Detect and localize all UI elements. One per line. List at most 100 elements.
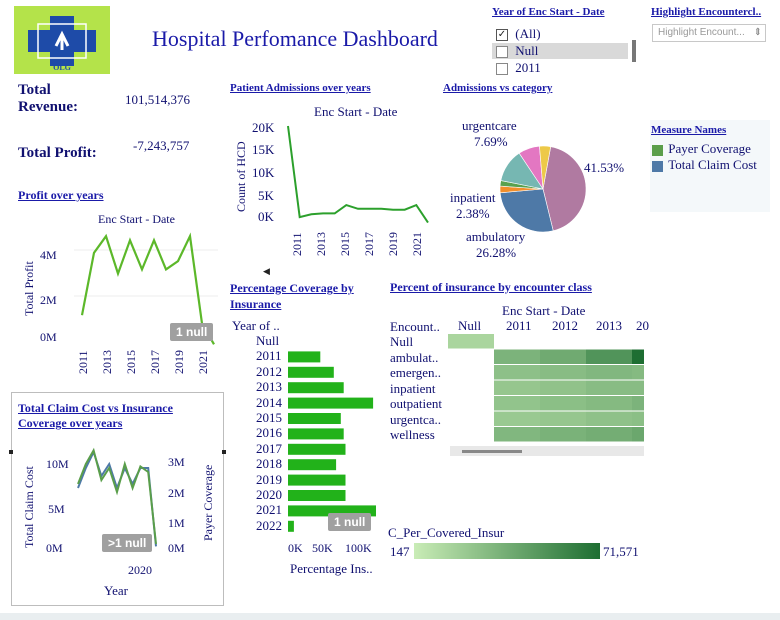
claim-series-payer-coverage	[77, 447, 157, 545]
heatmap-cell	[632, 380, 644, 395]
heatmap-row-labels: Null ambulat.. emergen.. inpatient outpatien…	[390, 334, 450, 444]
heatmap-cell	[540, 411, 586, 426]
category-pie-chart[interactable]	[498, 144, 588, 234]
cross-icon: OLG	[28, 16, 96, 72]
color-legend-min: 147	[390, 544, 410, 559]
legend-item-payer-coverage[interactable]: Payer Coverage	[652, 141, 751, 157]
heatmap-column-label: 2011	[506, 318, 532, 333]
profit-xtick: 2017	[148, 350, 162, 374]
coverage-bar	[288, 351, 321, 363]
heatmap-cell	[448, 334, 494, 349]
profit-xtick: 2013	[100, 350, 114, 374]
checkbox-icon[interactable]	[496, 63, 508, 76]
claim-frame-handle-left[interactable]	[9, 450, 13, 454]
highlight-filter-title[interactable]: Highlight Encountercl..	[651, 6, 761, 18]
highlight-search-input[interactable]: Highlight Encount... ⇕	[652, 24, 766, 42]
claim-ytick-right: 2M	[168, 486, 185, 500]
profit-xtick: 2021	[196, 350, 210, 374]
claim-chart-title[interactable]: Total Claim Cost vs Insurance Coverage o…	[18, 401, 198, 431]
admissions-ytick: 10K	[252, 165, 275, 180]
total-revenue-label: Total Revenue:	[18, 82, 78, 115]
admissions-series-line	[287, 125, 429, 224]
admissions-chart-subtitle: Enc Start - Date	[314, 104, 398, 119]
collapse-arrow-icon[interactable]: ◀	[263, 266, 270, 277]
heatmap-title[interactable]: Percent of insurance by encounter class	[390, 280, 592, 295]
coverage-bar	[288, 490, 346, 501]
heatmap-cell	[494, 380, 540, 395]
legend-swatch	[652, 144, 663, 156]
logo-text: OLG	[53, 63, 71, 72]
coverage-year-labels: Null 2011 2012 2013 2014 2015 2016 2017 2018 2019…	[256, 333, 286, 541]
legend-item-total-claim-cost[interactable]: Total Claim Cost	[652, 157, 757, 173]
checkbox-checked-icon[interactable]: ✓	[496, 29, 508, 42]
heatmap-hscrollbar[interactable]	[450, 446, 644, 456]
profit-chart-ylabel: Total Profit	[22, 261, 36, 316]
coverage-year-label: 2016	[256, 425, 282, 441]
coverage-year-label: 2018	[256, 456, 282, 472]
admissions-ytick: 15K	[252, 142, 275, 157]
year-filter-list[interactable]: ✓ (All) Null 2011	[492, 24, 644, 76]
coverage-bar	[288, 366, 334, 378]
year-option-null[interactable]: Null	[492, 43, 628, 59]
profit-ytick: 0M	[40, 330, 57, 344]
profit-chart-subtitle: Enc Start - Date	[98, 212, 175, 226]
scrollbar-thumb[interactable]	[462, 450, 522, 453]
claim-ytick-right: 0M	[168, 541, 185, 555]
heatmap-cell	[494, 427, 540, 442]
coverage-bar	[288, 474, 346, 486]
year-filter-scrollbar[interactable]	[632, 40, 636, 62]
measure-legend-title[interactable]: Measure Names	[651, 124, 726, 136]
claim-ylabel-right: Payer Coverage	[201, 464, 215, 541]
coverage-year-label: 2014	[256, 394, 282, 410]
heatmap-column-label: Null	[458, 318, 482, 333]
page-title: Hospital Perfomance Dashboard	[152, 26, 438, 51]
heatmap-cell	[586, 396, 632, 411]
heatmap-cell	[632, 411, 644, 426]
coverage-bar	[288, 459, 337, 471]
pie-label-ambulatory-pct: 26.28%	[476, 245, 517, 260]
pie-label-inpatient-pct: 2.38%	[456, 206, 490, 221]
admissions-chart-ylabel: Count of HCD	[234, 141, 248, 212]
year-filter-title[interactable]: Year of Enc Start - Date	[492, 6, 605, 18]
heatmap-cell	[586, 380, 632, 395]
claim-xtick: 2020	[128, 563, 152, 577]
profit-null-badge[interactable]: 1 null	[170, 323, 214, 341]
heatmap-cell	[540, 380, 586, 395]
dropdown-arrow-icon[interactable]: ⇕	[754, 27, 762, 38]
claim-ytick-right: 1M	[168, 516, 185, 530]
profit-xticks: 2011 2013 2015 2017 2019 2021	[76, 346, 226, 376]
heatmap-cell	[540, 349, 586, 364]
admissions-chart-title[interactable]: Patient Admissions over years	[230, 82, 371, 94]
coverage-bar-chart[interactable]	[288, 333, 378, 541]
heatmap-column-headers: Null 2011 2012 2013 20	[448, 318, 649, 334]
heatmap-cell	[586, 427, 632, 442]
heatmap-cell	[540, 396, 586, 411]
heatmap-row-label: outpatient	[390, 396, 442, 411]
heatmap-cell	[586, 349, 632, 364]
claim-null-badge[interactable]: >1 null	[102, 534, 153, 552]
heatmap-subtitle: Enc Start - Date	[502, 303, 586, 318]
year-option-all[interactable]: ✓ (All)	[492, 26, 632, 42]
heatmap-row-label: urgentca..	[390, 411, 442, 427]
total-profit-value: -7,243,757	[133, 138, 190, 153]
checkbox-icon[interactable]	[496, 46, 508, 59]
claim-series-total-claim-cost	[77, 449, 157, 547]
admissions-line-chart[interactable]	[284, 122, 434, 228]
year-option-2011[interactable]: 2011	[492, 60, 628, 76]
profit-chart-title[interactable]: Profit over years	[18, 188, 104, 203]
color-legend-title: C_Per_Covered_Insur	[388, 525, 505, 540]
category-chart-title[interactable]: Admissions vs category	[443, 82, 552, 94]
heatmap-grid[interactable]	[448, 334, 644, 442]
coverage-chart-title[interactable]: Percentage Coverage by Insurance	[230, 280, 380, 312]
coverage-xtick: 100K	[345, 541, 372, 555]
heatmap-cell	[586, 411, 632, 426]
profit-xtick: 2015	[124, 350, 138, 374]
coverage-null-badge[interactable]: 1 null	[328, 513, 372, 531]
coverage-year-label: 2013	[256, 379, 282, 395]
pie-label-inpatient: inpatient	[450, 190, 496, 205]
heatmap-column-label: 20	[636, 318, 649, 333]
claim-frame-handle-right[interactable]	[222, 450, 226, 454]
color-legend-max: 71,571	[603, 544, 639, 559]
heatmap-row-label: Null	[390, 334, 414, 349]
hospital-logo: OLG	[14, 6, 110, 74]
